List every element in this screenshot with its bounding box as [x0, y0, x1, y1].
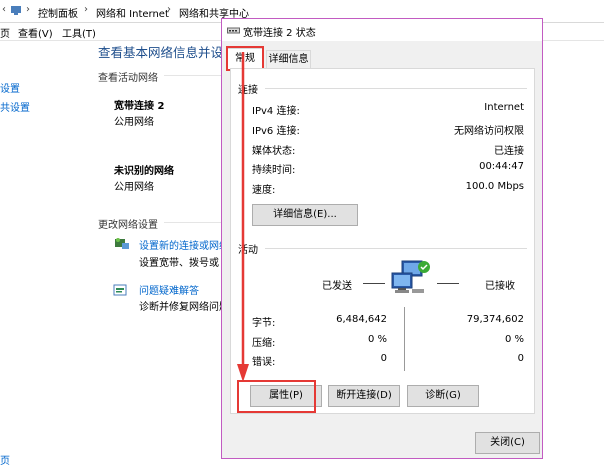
dialog-title: 宽带连接 2 状态 — [243, 28, 316, 39]
sent-line — [363, 283, 385, 284]
network-activity-icon — [388, 259, 432, 299]
diagnose-button[interactable]: 诊断(G) — [407, 385, 479, 407]
breadcrumb-control-panel[interactable]: 控制面板 — [38, 5, 78, 20]
new-connection-desc: 设置宽带、拨号或 V — [139, 258, 230, 269]
ipv6-value: 无网络访问权限 — [454, 126, 524, 137]
group-divider — [265, 88, 527, 89]
menu-item-partial[interactable]: 页 — [0, 25, 10, 40]
received-line — [437, 283, 459, 284]
network-name: 宽带连接 2 — [114, 101, 165, 112]
compression-sent: 0 % — [367, 334, 387, 345]
menu-item-tools[interactable]: 工具(T) — [62, 25, 96, 40]
sidebar-link-partial[interactable]: 共设置 — [0, 99, 30, 114]
breadcrumb-separator: › — [84, 4, 88, 15]
ipv4-value: Internet — [484, 102, 524, 113]
tab-details[interactable]: 详细信息 — [266, 50, 311, 68]
breadcrumb-separator: › — [26, 4, 30, 15]
network-type: 公用网络 — [114, 117, 154, 128]
bytes-sent: 6,484,642 — [336, 314, 387, 325]
stats-divider — [404, 307, 405, 371]
broadband-icon — [227, 26, 240, 35]
network-type: 公用网络 — [114, 182, 154, 193]
new-connection-link[interactable]: 设置新的连接或网络 — [139, 237, 229, 252]
errors-sent: 0 — [380, 353, 387, 364]
tab-details-label: 详细信息 — [268, 54, 309, 65]
received-label: 已接收 — [485, 281, 515, 292]
sidebar-link-partial[interactable]: 设置 — [0, 80, 20, 95]
general-tab-panel: 连接 IPv4 连接: Internet IPv6 连接: 无网络访问权限 媒体… — [230, 68, 535, 414]
annotation-arrow — [237, 52, 249, 382]
section-divider — [164, 75, 221, 76]
breadcrumb-network-internet[interactable]: 网络和 Internet — [96, 5, 169, 20]
media-status-label: 媒体状态: — [252, 146, 296, 157]
close-button[interactable]: 关闭(C) — [475, 432, 540, 454]
troubleshoot-desc: 诊断并修复网络问题 — [139, 302, 229, 313]
errors-received: 0 — [517, 353, 524, 364]
ipv6-label: IPv6 连接: — [252, 126, 300, 137]
active-networks-label: 查看活动网络 — [98, 73, 158, 84]
section-divider — [164, 222, 221, 223]
troubleshoot-link[interactable]: 问题疑难解答 — [139, 282, 199, 297]
duration-label: 持续时间: — [252, 165, 296, 176]
bytes-received: 79,374,602 — [466, 314, 524, 325]
speed-value: 100.0 Mbps — [465, 181, 524, 192]
ipv4-label: IPv4 连接: — [252, 106, 300, 117]
troubleshoot-icon — [113, 283, 129, 299]
sent-label: 已发送 — [322, 281, 352, 292]
status-dialog: 宽带连接 2 状态 常规 详细信息 连接 IPv4 连接: Internet I… — [221, 18, 543, 459]
details-button[interactable]: 详细信息(E)... — [252, 204, 358, 226]
network-name: 未识别的网络 — [114, 166, 174, 177]
back-icon[interactable]: ‹ — [2, 4, 6, 15]
compression-received: 0 % — [504, 334, 524, 345]
new-connection-icon — [113, 235, 131, 253]
network-center-icon — [10, 4, 22, 16]
menu-item-view[interactable]: 查看(V) — [18, 25, 53, 40]
duration-value: 00:44:47 — [479, 161, 524, 172]
breadcrumb-separator: › — [167, 4, 171, 15]
disconnect-button[interactable]: 断开连接(D) — [328, 385, 400, 407]
dialog-titlebar[interactable]: 宽带连接 2 状态 — [222, 19, 542, 41]
change-settings-label: 更改网络设置 — [98, 220, 158, 231]
group-divider — [265, 248, 527, 249]
media-status-value: 已连接 — [494, 146, 524, 157]
page-title: 查看基本网络信息并设 — [98, 45, 224, 60]
